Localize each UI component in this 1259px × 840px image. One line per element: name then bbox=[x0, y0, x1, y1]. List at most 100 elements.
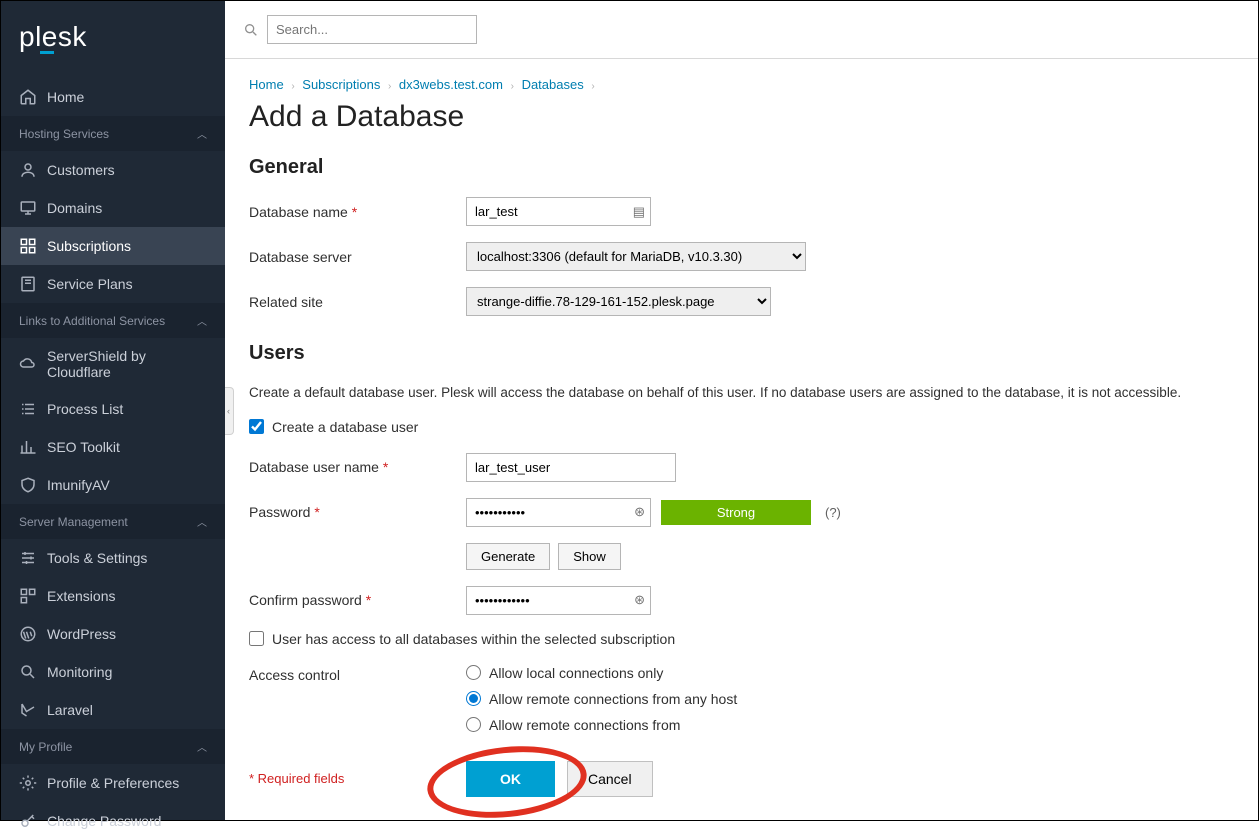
radio-from-label: Allow remote connections from bbox=[489, 717, 680, 733]
breadcrumb-domain[interactable]: dx3webs.test.com bbox=[399, 77, 503, 92]
radio-local-label: Allow local connections only bbox=[489, 665, 663, 681]
nav-label: Service Plans bbox=[47, 276, 133, 292]
nav-label: Tools & Settings bbox=[47, 550, 147, 566]
password-strength-badge: Strong bbox=[661, 500, 811, 525]
access-all-checkbox[interactable] bbox=[249, 631, 264, 646]
logo-area: plesk bbox=[1, 1, 225, 78]
section-users-heading: Users bbox=[249, 342, 1234, 365]
ok-button[interactable]: OK bbox=[466, 761, 555, 797]
password-field[interactable] bbox=[466, 498, 651, 527]
sliders-icon bbox=[19, 549, 37, 567]
confirm-password-label: Confirm password * bbox=[249, 592, 466, 608]
search-icon bbox=[19, 663, 37, 681]
nav-laravel[interactable]: Laravel bbox=[1, 691, 225, 729]
nav-profile-preferences[interactable]: Profile & Preferences bbox=[1, 764, 225, 802]
nav-label: SEO Toolkit bbox=[47, 439, 120, 455]
confirm-password-field[interactable] bbox=[466, 586, 651, 615]
password-hint[interactable]: (?) bbox=[825, 505, 841, 520]
db-name-field[interactable] bbox=[466, 197, 651, 226]
nav-label: Domains bbox=[47, 200, 102, 216]
nav-service-plans[interactable]: Service Plans bbox=[1, 265, 225, 303]
nav-section-label: Links to Additional Services bbox=[19, 314, 165, 328]
nav-change-password[interactable]: Change Password bbox=[1, 802, 225, 840]
search-bar bbox=[225, 1, 1258, 59]
db-server-select[interactable]: localhost:3306 (default for MariaDB, v10… bbox=[466, 242, 806, 271]
shield-icon bbox=[19, 476, 37, 494]
chevron-right-icon: › bbox=[591, 81, 594, 92]
nav-label: Extensions bbox=[47, 588, 115, 604]
nav-imunifyav[interactable]: ImunifyAV bbox=[1, 466, 225, 504]
radio-any-host[interactable] bbox=[466, 691, 481, 706]
nav-customers[interactable]: Customers bbox=[1, 151, 225, 189]
breadcrumb: Home › Subscriptions › dx3webs.test.com … bbox=[249, 77, 1234, 92]
nav-label: Monitoring bbox=[47, 664, 112, 680]
nav-section-label: Hosting Services bbox=[19, 127, 109, 141]
nav-label: Home bbox=[47, 89, 84, 105]
required-note: * Required fields bbox=[249, 771, 466, 786]
home-icon bbox=[19, 88, 37, 106]
nav-wordpress[interactable]: WordPress bbox=[1, 615, 225, 653]
nav-process-list[interactable]: Process List bbox=[1, 390, 225, 428]
create-user-checkbox[interactable] bbox=[249, 419, 264, 434]
access-all-label: User has access to all databases within … bbox=[272, 631, 675, 647]
laravel-icon bbox=[19, 701, 37, 719]
page-title: Add a Database bbox=[249, 100, 1234, 134]
breadcrumb-subscriptions[interactable]: Subscriptions bbox=[302, 77, 380, 92]
nav-domains[interactable]: Domains bbox=[1, 189, 225, 227]
access-control-label: Access control bbox=[249, 665, 466, 683]
monitor-icon bbox=[19, 199, 37, 217]
db-name-label: Database name * bbox=[249, 204, 466, 220]
db-user-label: Database user name * bbox=[249, 459, 466, 475]
nav-monitoring[interactable]: Monitoring bbox=[1, 653, 225, 691]
show-button[interactable]: Show bbox=[558, 543, 621, 570]
generate-button[interactable]: Generate bbox=[466, 543, 550, 570]
users-description: Create a default database user. Plesk wi… bbox=[249, 383, 1234, 403]
related-site-select[interactable]: strange-diffie.78-129-161-152.plesk.page bbox=[466, 287, 771, 316]
related-site-label: Related site bbox=[249, 294, 466, 310]
nav-section-profile[interactable]: My Profile ︿ bbox=[1, 729, 225, 764]
chart-icon bbox=[19, 438, 37, 456]
nav-section-label: My Profile bbox=[19, 740, 72, 754]
password-label: Password * bbox=[249, 504, 466, 520]
radio-from[interactable] bbox=[466, 717, 481, 732]
chevron-up-icon: ︿ bbox=[197, 126, 207, 141]
breadcrumb-home[interactable]: Home bbox=[249, 77, 284, 92]
grid-icon bbox=[19, 237, 37, 255]
page-content: Home › Subscriptions › dx3webs.test.com … bbox=[225, 59, 1258, 820]
chevron-right-icon: › bbox=[511, 81, 514, 92]
db-user-field[interactable] bbox=[466, 453, 676, 482]
search-input[interactable] bbox=[267, 15, 477, 44]
user-icon bbox=[19, 161, 37, 179]
nav-section-links[interactable]: Links to Additional Services ︿ bbox=[1, 303, 225, 338]
nav-label: Change Password bbox=[47, 813, 161, 829]
nav-extensions[interactable]: Extensions bbox=[1, 577, 225, 615]
book-icon bbox=[19, 275, 37, 293]
nav-label: ImunifyAV bbox=[47, 477, 110, 493]
nav-label: Laravel bbox=[47, 702, 93, 718]
nav-label: Profile & Preferences bbox=[47, 775, 179, 791]
db-server-label: Database server bbox=[249, 249, 466, 265]
nav-label: Customers bbox=[47, 162, 115, 178]
nav-subscriptions[interactable]: Subscriptions bbox=[1, 227, 225, 265]
breadcrumb-databases[interactable]: Databases bbox=[522, 77, 584, 92]
chevron-right-icon: › bbox=[388, 81, 391, 92]
radio-local[interactable] bbox=[466, 665, 481, 680]
chevron-up-icon: ︿ bbox=[197, 514, 207, 529]
section-general-heading: General bbox=[249, 156, 1234, 179]
create-user-label: Create a database user bbox=[272, 419, 418, 435]
chevron-right-icon: › bbox=[291, 81, 294, 92]
nav-label: Process List bbox=[47, 401, 123, 417]
chevron-up-icon: ︿ bbox=[197, 739, 207, 754]
nav-section-hosting[interactable]: Hosting Services ︿ bbox=[1, 116, 225, 151]
nav-tools-settings[interactable]: Tools & Settings bbox=[1, 539, 225, 577]
nav-section-server[interactable]: Server Management ︿ bbox=[1, 504, 225, 539]
nav-seo-toolkit[interactable]: SEO Toolkit bbox=[1, 428, 225, 466]
nav-home[interactable]: Home bbox=[1, 78, 225, 116]
nav-section-label: Server Management bbox=[19, 515, 128, 529]
nav-label: WordPress bbox=[47, 626, 116, 642]
nav-servershield[interactable]: ServerShield by Cloudflare bbox=[1, 338, 225, 390]
sidebar-collapse-handle[interactable]: ‹ bbox=[225, 387, 234, 435]
logo: plesk bbox=[19, 21, 207, 53]
cloud-icon bbox=[19, 355, 37, 373]
cancel-button[interactable]: Cancel bbox=[567, 761, 653, 797]
